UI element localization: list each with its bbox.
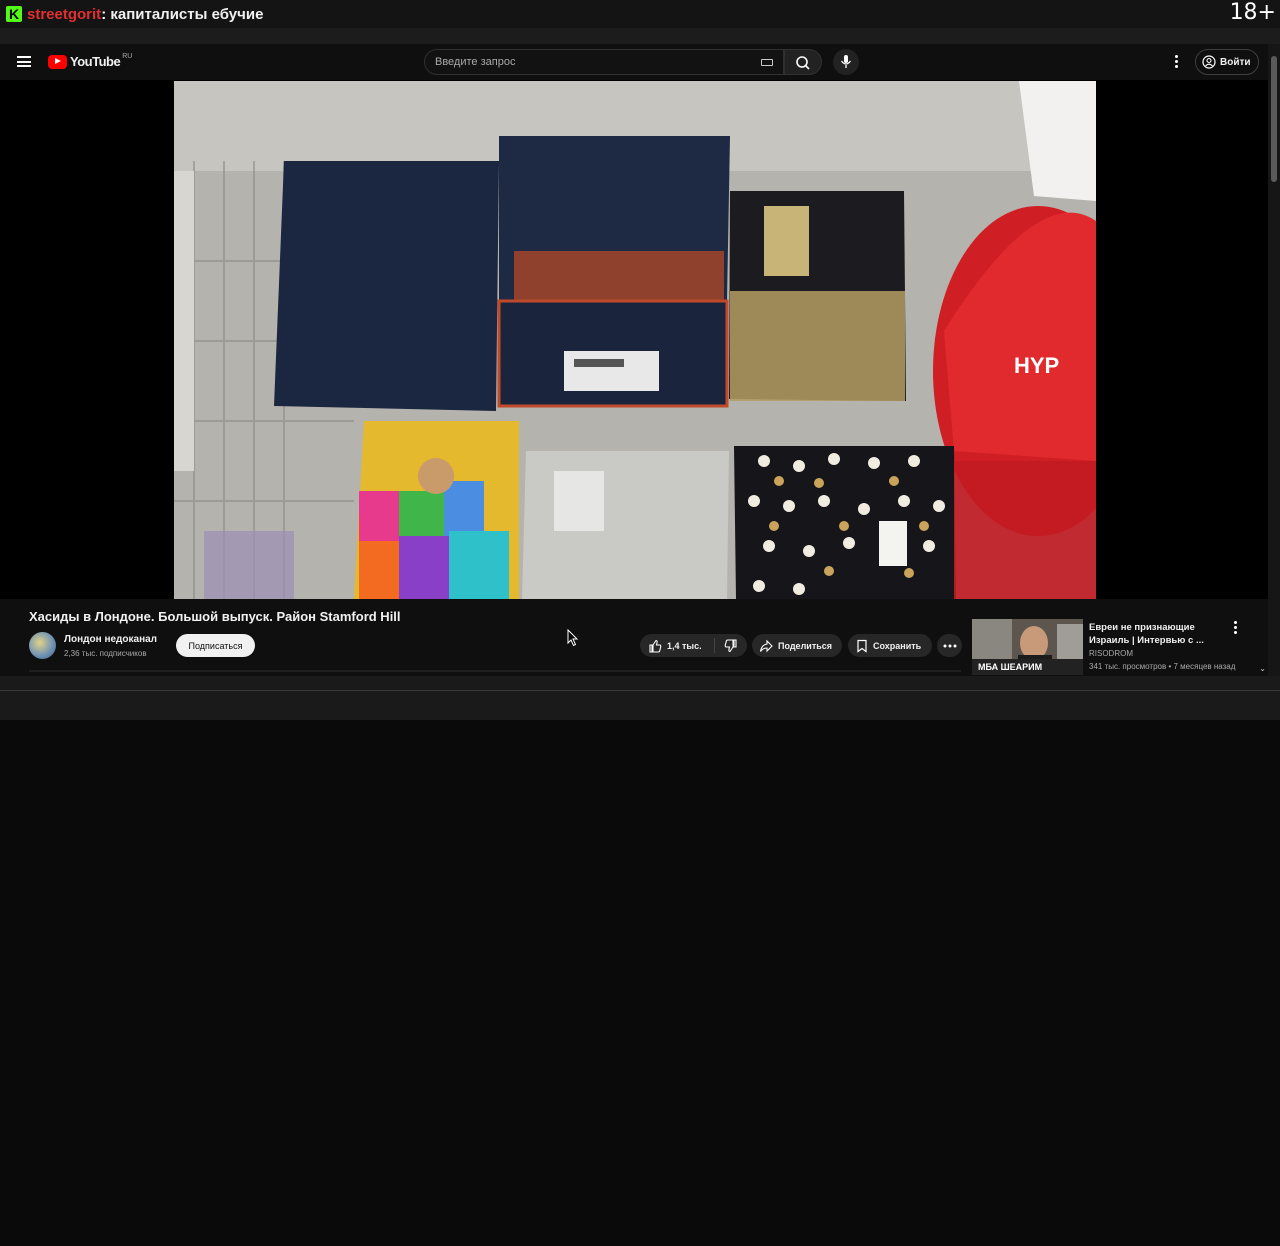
keyboard-icon[interactable] (761, 59, 773, 66)
search-icon (796, 56, 810, 70)
stream-title-bar: K streetgorit: капиталисты ебучие 18+ (0, 0, 1280, 28)
description-divider (29, 670, 961, 672)
chevron-down-icon[interactable]: ⌄ (1259, 664, 1266, 673)
save-label: Сохранить (873, 640, 922, 651)
share-label: Поделиться (778, 640, 833, 651)
stream-title: streetgorit: капиталисты ебучие (27, 6, 263, 23)
video-info-panel: Хасиды в Лондоне. Большой выпуск. Район … (0, 599, 1268, 676)
more-actions-button[interactable] (937, 634, 962, 657)
more-horizontal-icon (943, 644, 956, 647)
recommended-meta: 341 тыс. просмотров • 7 месяцев назад (1089, 662, 1236, 671)
recommended-channel[interactable]: RISODROM (1089, 649, 1133, 658)
search-placeholder: Введите запрос (435, 56, 516, 68)
recommended-thumbnail-image: МБА ШЕАРИМ (972, 619, 1083, 675)
recommended-video[interactable]: МБА ШЕАРИМ Евреи не признающие Израиль |… (972, 619, 1268, 675)
scrollbar-thumb[interactable] (1271, 56, 1277, 182)
video-frame-image: HYP (174, 81, 1096, 599)
save-button[interactable]: Сохранить (848, 634, 932, 657)
video-player[interactable]: HYP (174, 81, 1096, 599)
like-button[interactable]: 1,4 тыс. (640, 638, 715, 653)
kick-logo-icon: K (6, 6, 22, 22)
bookmark-icon (857, 639, 867, 653)
stream-title-text: капиталисты ебучие (106, 5, 264, 23)
youtube-logo[interactable]: YouTube RU (48, 53, 133, 69)
recommended-menu-icon[interactable] (1234, 621, 1238, 635)
mouse-cursor-icon (567, 629, 579, 647)
search-input[interactable]: Введите запрос (424, 49, 784, 75)
recommended-title[interactable]: Евреи не признающие Израиль | Интервью с… (1089, 621, 1209, 647)
bottom-overlay-line (0, 690, 1280, 691)
share-button[interactable]: Поделиться (752, 634, 842, 657)
overlay-divider (0, 28, 1280, 44)
recommended-thumbnail[interactable]: МБА ШЕАРИМ (972, 619, 1083, 675)
svg-text:HYP: HYP (1014, 353, 1059, 378)
search-button[interactable] (784, 49, 822, 75)
voice-search-button[interactable] (833, 49, 859, 75)
channel-name[interactable]: Лондон недоканал (64, 634, 157, 645)
signin-label: Войти (1220, 56, 1251, 68)
stream-channel-name: streetgorit (27, 5, 102, 23)
like-dislike-group: 1,4 тыс. (640, 634, 747, 657)
menu-icon[interactable] (17, 56, 31, 67)
thumbs-up-icon (649, 639, 662, 653)
bottom-overlay-strip (0, 676, 1280, 720)
share-icon (759, 639, 773, 652)
signin-button[interactable]: Войти (1195, 49, 1259, 75)
account-icon (1202, 55, 1216, 69)
channel-avatar[interactable] (29, 632, 56, 659)
page-scrollbar[interactable] (1268, 44, 1280, 676)
video-title: Хасиды в Лондоне. Большой выпуск. Район … (29, 609, 401, 624)
youtube-logo-text: YouTube (70, 54, 121, 69)
youtube-play-icon (48, 54, 67, 69)
subscriber-count: 2,36 тыс. подписчиков (64, 649, 147, 658)
region-label: RU (122, 53, 133, 60)
settings-kebab-icon[interactable] (1173, 55, 1179, 69)
thumbs-down-icon (724, 638, 737, 652)
youtube-header: YouTube RU Введите запрос Войти (0, 44, 1268, 80)
recommended-thumbnail-caption: МБА ШЕАРИМ (978, 662, 1042, 672)
subscribe-button[interactable]: Подписаться (176, 634, 255, 657)
microphone-icon (840, 55, 852, 68)
age-rating-badge: 18+ (1229, 0, 1276, 25)
like-count: 1,4 тыс. (667, 640, 702, 651)
dislike-button[interactable] (715, 638, 747, 653)
